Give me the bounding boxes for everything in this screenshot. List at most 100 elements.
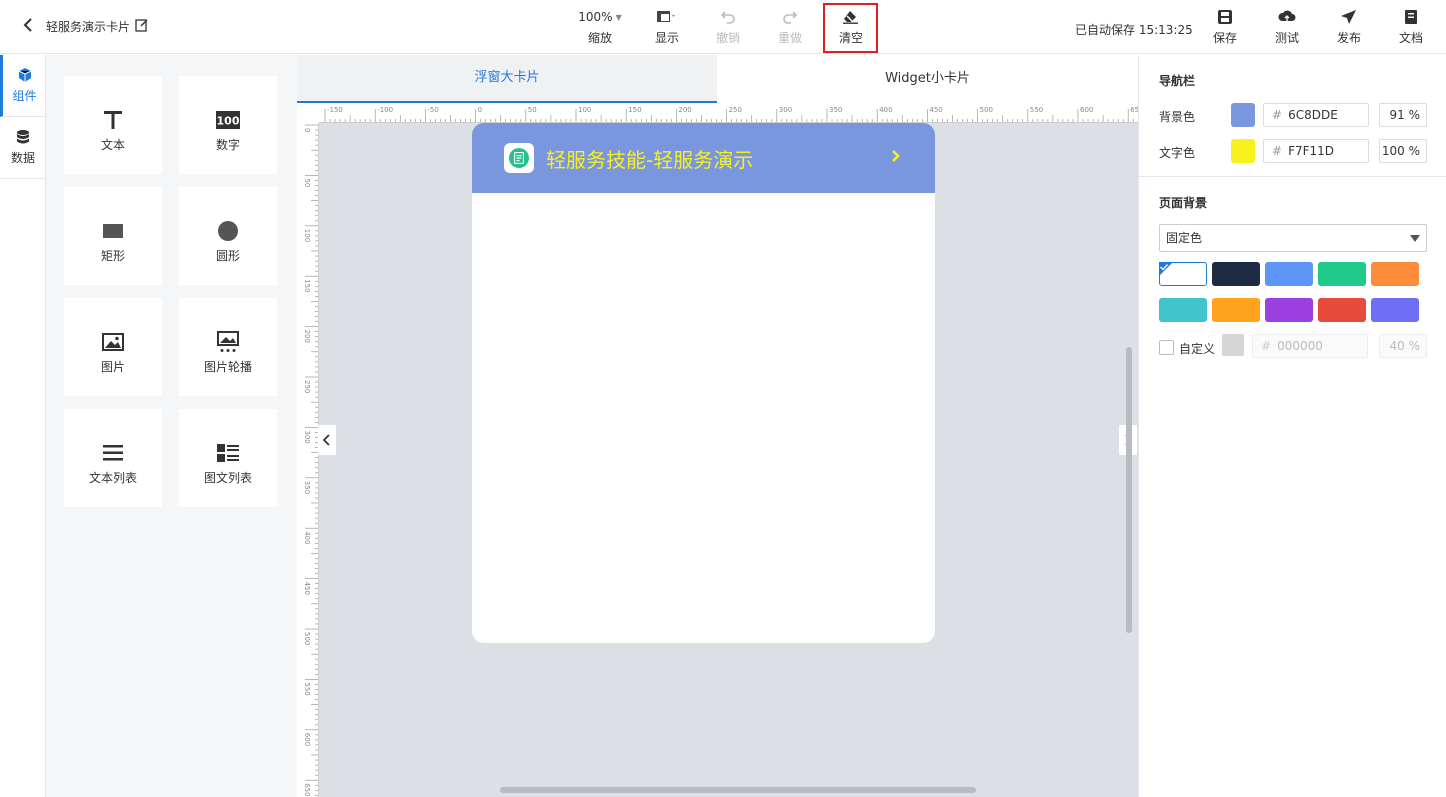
card-navbar[interactable]: 轻服务技能-轻服务演示 xyxy=(472,123,935,193)
design-canvas[interactable]: 浮窗大卡片 Widget小卡片 -150 -100 -50 0 50 100 150 200 2… xyxy=(297,55,1138,797)
ruler-label: 250 xyxy=(729,106,742,114)
card-type-tabs: 浮窗大卡片 Widget小卡片 xyxy=(297,55,1138,103)
ruler-label: 550 xyxy=(303,682,311,695)
zoom-button[interactable]: 100% ▼ 缩放 xyxy=(578,8,622,46)
component-carousel[interactable]: 图片轮播 xyxy=(179,298,277,396)
ruler-label: 50 xyxy=(303,178,311,187)
display-label: 显示 xyxy=(654,31,679,45)
redo-label: 重做 xyxy=(777,31,802,45)
clear-button-highlight xyxy=(823,3,878,53)
component-label: 文本 xyxy=(100,138,125,152)
send-icon xyxy=(1334,8,1364,26)
horizontal-scrollbar[interactable] xyxy=(500,787,976,793)
ruler-label: 600 xyxy=(1080,106,1093,114)
bg-color-swatch[interactable] xyxy=(1231,103,1255,127)
ruler-label: 350 xyxy=(303,481,311,494)
bg-color-preset[interactable] xyxy=(1318,298,1366,322)
component-text[interactable]: 文本 xyxy=(64,76,162,174)
component-label: 矩形 xyxy=(100,249,125,263)
rail-tab-data[interactable]: 数据 xyxy=(0,117,46,179)
custom-color-checkbox[interactable] xyxy=(1159,340,1174,355)
ruler-label: 0 xyxy=(478,106,482,114)
caret-down-icon xyxy=(1410,235,1420,242)
ruler-label: 600 xyxy=(303,733,311,746)
edit-icon[interactable] xyxy=(135,18,149,32)
bg-color-hex-input[interactable]: #6C8DDE xyxy=(1263,103,1369,127)
ruler-label: 500 xyxy=(303,632,311,645)
redo-button[interactable]: 重做 xyxy=(774,8,806,46)
chevron-right-icon[interactable] xyxy=(891,149,901,166)
docs-button[interactable]: 文档 xyxy=(1396,8,1426,46)
rectangle-icon xyxy=(64,217,162,245)
component-number[interactable]: 100 数字 xyxy=(179,76,277,174)
undo-button[interactable]: 撤销 xyxy=(712,8,744,46)
navbar-section-title: 导航栏 xyxy=(1159,74,1196,88)
save-button[interactable]: 保存 xyxy=(1210,8,1240,46)
test-label: 测试 xyxy=(1274,31,1299,45)
ruler-label: 200 xyxy=(678,106,691,114)
layout-icon xyxy=(649,8,685,26)
text-color-swatch[interactable] xyxy=(1231,139,1255,163)
ruler-label: 200 xyxy=(303,330,311,343)
chevron-down-icon: ▼ xyxy=(615,12,622,22)
ruler-label: 50 xyxy=(528,106,537,114)
back-arrow-icon[interactable] xyxy=(22,17,36,35)
text-opacity-value: 100 xyxy=(1381,144,1405,158)
cube-icon xyxy=(3,67,46,83)
app-icon xyxy=(504,143,534,173)
publish-button[interactable]: 发布 xyxy=(1334,8,1364,46)
ruler-label: 350 xyxy=(829,106,842,114)
rail-tab-components[interactable]: 组件 xyxy=(0,55,46,117)
bg-color-preset[interactable] xyxy=(1212,262,1260,286)
svg-text:100: 100 xyxy=(217,115,240,128)
custom-opacity-input: 40 % xyxy=(1379,334,1427,358)
text-color-label: 文字色 xyxy=(1159,146,1196,160)
tab-widget-card[interactable]: Widget小卡片 xyxy=(717,55,1138,103)
page-title: 轻服务演示卡片 xyxy=(46,20,131,34)
component-text-list[interactable]: 文本列表 xyxy=(64,409,162,507)
number-icon: 100 xyxy=(179,106,277,134)
card-title: 轻服务技能-轻服务演示 xyxy=(546,147,754,172)
ruler-label: 100 xyxy=(303,229,311,242)
cloud-icon xyxy=(1272,8,1302,26)
component-image[interactable]: 图片 xyxy=(64,298,162,396)
display-button[interactable]: 显示 xyxy=(649,8,685,46)
ruler-label: 0 xyxy=(303,128,311,132)
floating-card-preview[interactable]: 轻服务技能-轻服务演示 xyxy=(472,123,935,643)
ruler-label: -150 xyxy=(327,106,343,114)
save-icon xyxy=(1210,8,1240,26)
text-opacity-input[interactable]: 100 % xyxy=(1379,139,1427,163)
component-image-text-list[interactable]: 图文列表 xyxy=(179,409,277,507)
scroll-left-arrow-icon[interactable] xyxy=(318,425,336,455)
ruler-label: 450 xyxy=(303,582,311,595)
bg-color-preset[interactable] xyxy=(1371,262,1419,286)
bg-color-preset[interactable] xyxy=(1265,298,1313,322)
rail-label-components: 组件 xyxy=(12,89,37,103)
ruler-label: 150 xyxy=(628,106,641,114)
undo-icon xyxy=(712,8,744,26)
bg-color-preset[interactable] xyxy=(1318,262,1366,286)
bg-color-preset[interactable] xyxy=(1371,298,1419,322)
bg-color-preset[interactable] xyxy=(1212,298,1260,322)
bg-color-preset[interactable] xyxy=(1159,262,1207,286)
component-rectangle[interactable]: 矩形 xyxy=(64,187,162,285)
vertical-scrollbar[interactable] xyxy=(1126,347,1132,633)
undo-label: 撤销 xyxy=(715,31,740,45)
horizontal-ruler: -150 -100 -50 0 50 100 150 200 250 300 350 400 450 50… xyxy=(319,103,1138,123)
test-button[interactable]: 测试 xyxy=(1272,8,1302,46)
bg-color-preset[interactable] xyxy=(1159,298,1207,322)
custom-opacity-value: 40 xyxy=(1389,339,1405,353)
ruler-label: 150 xyxy=(303,279,311,292)
bg-color-preset[interactable] xyxy=(1265,262,1313,286)
ruler-label: 650 xyxy=(1130,106,1138,114)
text-icon xyxy=(64,106,162,134)
component-circle[interactable]: 圆形 xyxy=(179,187,277,285)
tab-floating-card[interactable]: 浮窗大卡片 xyxy=(297,55,717,103)
bg-opacity-input[interactable]: 91 % xyxy=(1379,103,1427,127)
component-label: 文本列表 xyxy=(88,471,137,485)
ruler-label: 550 xyxy=(1030,106,1043,114)
bg-mode-select[interactable]: 固定色 xyxy=(1159,224,1427,252)
left-rail: 组件 数据 xyxy=(0,55,46,797)
text-color-hex-input[interactable]: # F7F11D xyxy=(1263,139,1369,163)
database-icon xyxy=(0,129,46,145)
